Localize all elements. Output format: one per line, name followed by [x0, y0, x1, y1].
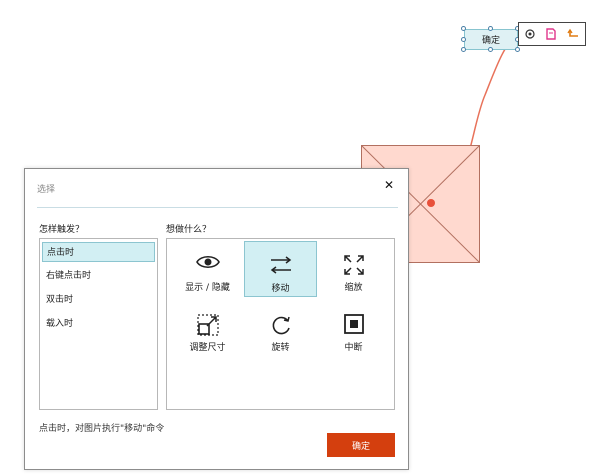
move-arrows-icon: [270, 256, 291, 274]
trigger-section-label: 怎样触发？: [39, 225, 85, 235]
dialog-title: 选择: [37, 185, 56, 195]
action-label: 中断: [344, 343, 363, 353]
resize-icon: [196, 314, 219, 336]
action-panel: 显示 / 隐藏 移动 缩放 调整尺寸 旋转 中断: [166, 238, 395, 410]
action-move[interactable]: 移动: [244, 241, 317, 297]
action-label: 显示 / 隐藏: [185, 283, 230, 293]
selected-button-label: 确定: [481, 36, 500, 46]
trigger-item-click[interactable]: 点击时: [42, 242, 155, 262]
action-resize[interactable]: 调整尺寸: [171, 301, 244, 357]
trigger-item-on-load[interactable]: 载入时: [42, 314, 155, 334]
action-section-label: 想做什么？: [166, 225, 212, 235]
action-show-hide[interactable]: 显示 / 隐藏: [171, 241, 244, 297]
ok-button[interactable]: 确定: [327, 433, 395, 457]
action-scale[interactable]: 缩放: [317, 241, 390, 297]
resize-handle[interactable]: [515, 47, 520, 52]
eye-icon: [195, 255, 220, 269]
action-label: 移动: [271, 284, 290, 294]
scale-icon: [343, 255, 364, 275]
rotate-icon: [272, 316, 290, 335]
action-label: 缩放: [344, 283, 363, 293]
dialog-divider: [37, 207, 398, 208]
interaction-summary: 点击时，对图片执行"移动"命令: [39, 424, 165, 434]
action-stop[interactable]: 中断: [317, 301, 390, 357]
resize-handle[interactable]: [461, 26, 466, 31]
return-arrow-icon[interactable]: [566, 27, 580, 41]
stop-icon: [343, 314, 364, 334]
action-rotate[interactable]: 旋转: [244, 301, 317, 357]
resize-handle[interactable]: [488, 26, 493, 31]
trigger-list: 点击时 右键点击时 双击时 载入时: [39, 238, 158, 410]
action-label: 旋转: [271, 343, 290, 353]
resize-handle[interactable]: [488, 47, 493, 52]
close-icon[interactable]: ✕: [382, 178, 396, 192]
page-icon[interactable]: [544, 27, 558, 41]
connector-start-dot[interactable]: [427, 199, 435, 207]
trigger-item-double-click[interactable]: 双击时: [42, 290, 155, 310]
resize-handle[interactable]: [461, 47, 466, 52]
interaction-dialog: 选择 ✕ 怎样触发？ 想做什么？ 点击时 右键点击时 双击时 载入时 显示 / …: [24, 168, 409, 470]
resize-handle[interactable]: [461, 37, 466, 42]
widget-mini-toolbar: [518, 22, 586, 46]
link-target-icon[interactable]: [523, 27, 537, 41]
trigger-item-right-click[interactable]: 右键点击时: [42, 266, 155, 286]
action-label: 调整尺寸: [189, 343, 226, 353]
